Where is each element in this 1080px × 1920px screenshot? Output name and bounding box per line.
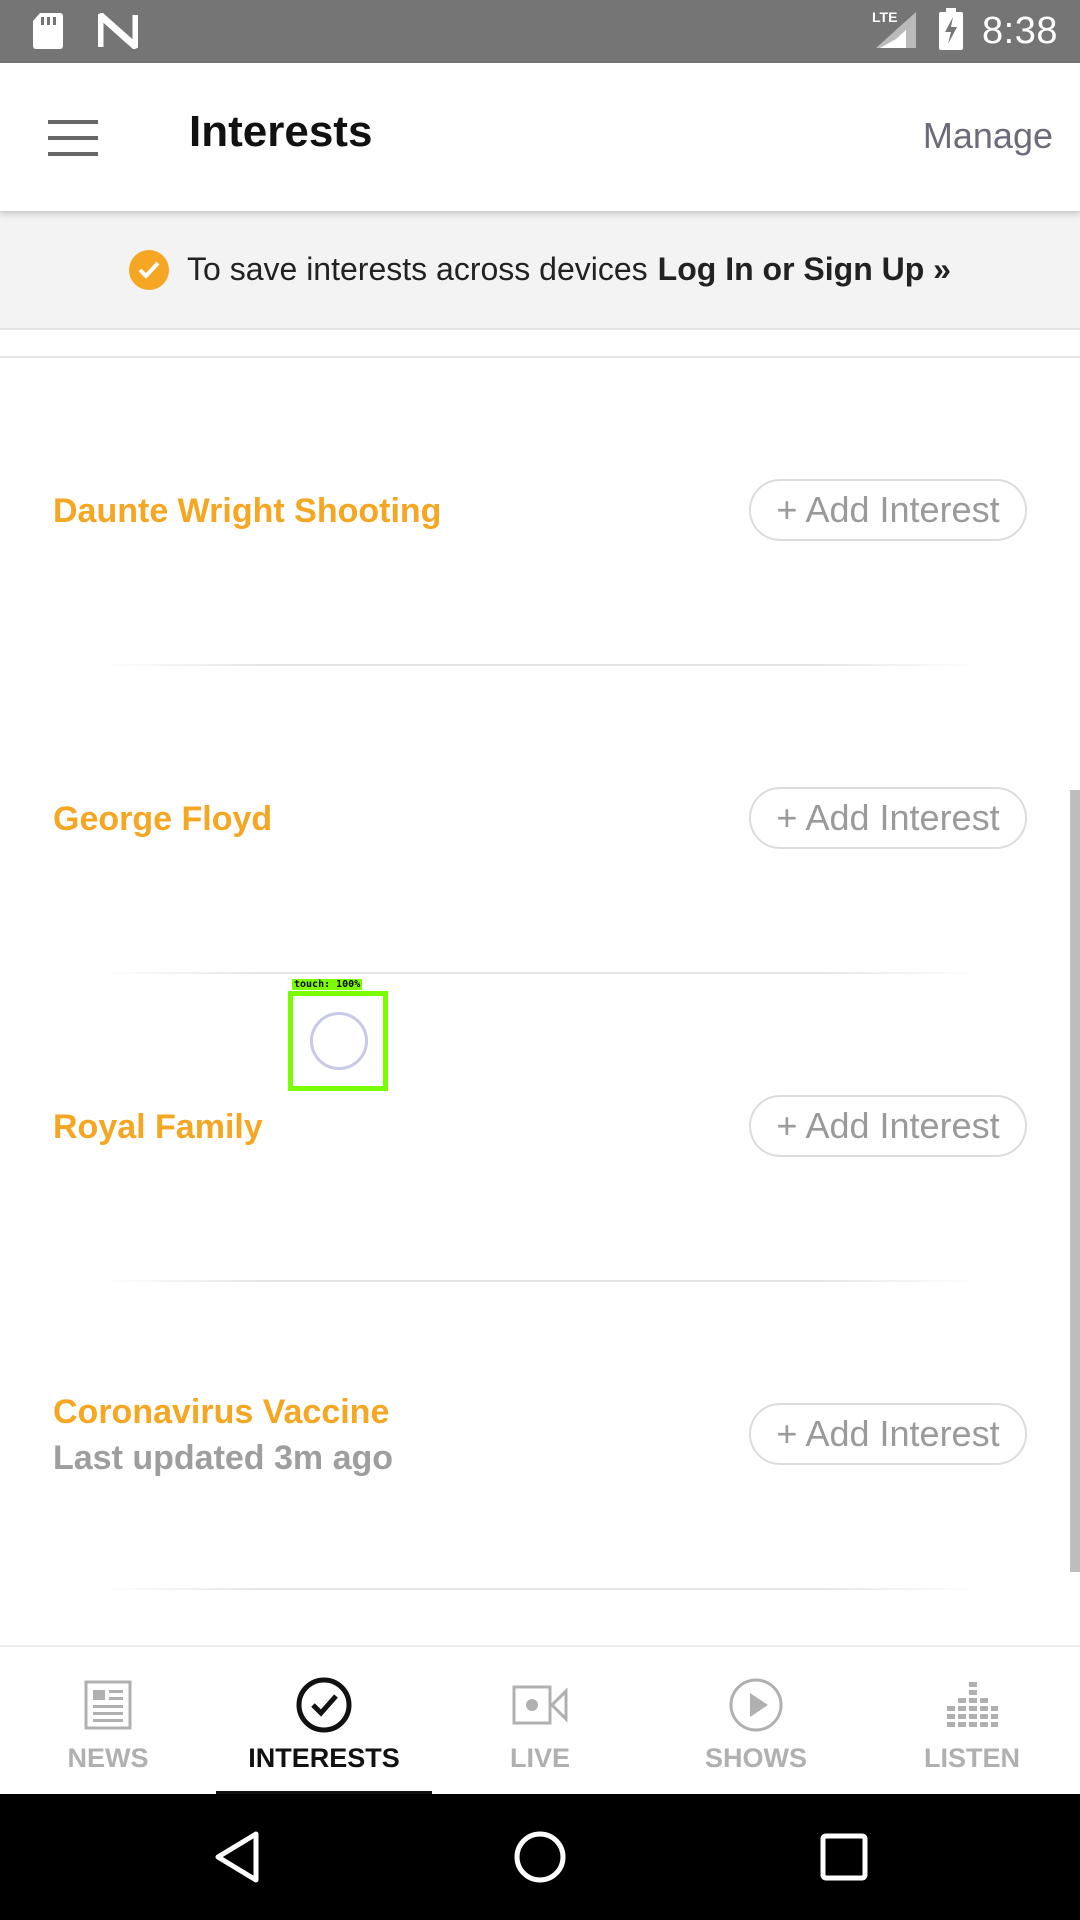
app-bar: Interests Manage — [0, 63, 1080, 211]
status-bar: LTE 8:38 — [0, 0, 1080, 63]
touch-point-icon — [310, 1012, 368, 1070]
back-icon[interactable] — [207, 1827, 267, 1887]
last-updated-text: Last updated 3m ago — [53, 1439, 394, 1477]
tab-interests[interactable]: INTERESTS — [216, 1647, 432, 1796]
play-circle-icon — [728, 1677, 784, 1733]
banner-text: To save interests across devices — [187, 251, 648, 287]
add-interest-button[interactable]: + Add Interest — [749, 787, 1027, 849]
login-banner: To save interests across devices Log In … — [0, 211, 1080, 330]
equalizer-icon — [945, 1677, 999, 1733]
page-title: Interests — [189, 107, 373, 156]
tab-shows[interactable]: SHOWS — [648, 1647, 864, 1796]
tab-live[interactable]: LIVE — [432, 1647, 648, 1796]
login-signup-link[interactable]: Log In or Sign Up » — [658, 251, 951, 288]
sd-card-icon — [32, 12, 64, 55]
tab-label: NEWS — [67, 1743, 149, 1773]
interest-name[interactable]: Royal Family — [53, 1108, 263, 1147]
divider — [100, 1588, 980, 1590]
touch-indicator-label: touch: 100% — [292, 979, 363, 990]
list-item: Royal Family + Add Interest — [0, 974, 1080, 1282]
clock: 8:38 — [982, 10, 1058, 52]
check-circle-icon — [129, 249, 170, 290]
tab-listen[interactable]: LISTEN — [864, 1647, 1080, 1796]
interest-name[interactable]: Daunte Wright Shooting — [53, 492, 441, 531]
list-item: Coronavirus Vaccine Last updated 3m ago … — [0, 1282, 1080, 1590]
tab-label: LIVE — [509, 1743, 570, 1773]
scrollbar[interactable] — [1070, 790, 1080, 1572]
add-interest-button[interactable]: + Add Interest — [749, 479, 1027, 541]
n-logo-icon — [96, 12, 140, 54]
recents-icon[interactable] — [814, 1827, 874, 1887]
bottom-nav: NEWS INTERESTS LIVE SHOWS LISTEN — [0, 1645, 1080, 1796]
lte-signal-icon: LTE — [870, 8, 920, 55]
check-circle-icon — [296, 1677, 352, 1733]
battery-charging-icon — [938, 8, 964, 55]
interest-name[interactable]: Coronavirus Vaccine — [53, 1393, 389, 1432]
lte-text: LTE — [872, 9, 897, 25]
tab-label: LISTEN — [923, 1743, 1020, 1773]
newspaper-icon — [84, 1677, 132, 1733]
system-nav-bar — [0, 1794, 1080, 1920]
hamburger-menu-icon[interactable] — [40, 111, 106, 165]
tab-label: SHOWS — [704, 1743, 807, 1773]
video-camera-icon — [512, 1677, 568, 1733]
add-interest-button[interactable]: + Add Interest — [749, 1403, 1027, 1465]
add-interest-button[interactable]: + Add Interest — [749, 1095, 1027, 1157]
tab-label: INTERESTS — [248, 1743, 400, 1773]
list-item: George Floyd + Add Interest — [0, 666, 1080, 974]
list-item: Daunte Wright Shooting + Add Interest — [0, 358, 1080, 666]
interest-name[interactable]: George Floyd — [53, 800, 272, 839]
tab-news[interactable]: NEWS — [0, 1647, 216, 1796]
manage-button[interactable]: Manage — [923, 115, 1053, 157]
home-icon[interactable] — [510, 1827, 570, 1887]
